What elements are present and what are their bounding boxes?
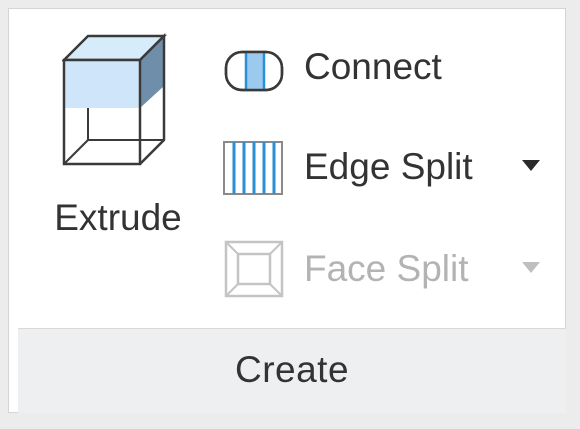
face-split-label: Face Split — [304, 248, 469, 289]
face-split-icon — [224, 240, 284, 298]
edge-split-button[interactable]: Edge Split — [220, 140, 560, 202]
edge-split-dropdown-caret-icon[interactable] — [522, 160, 540, 171]
face-split-button[interactable]: Face Split — [220, 238, 560, 300]
extrude-cube-icon — [62, 32, 168, 166]
connect-button[interactable]: Connect — [220, 40, 560, 102]
edge-split-icon — [223, 141, 283, 195]
group-label: Create — [234, 349, 350, 390]
edge-split-label: Edge Split — [304, 146, 473, 187]
connect-icon — [224, 50, 284, 92]
group-footer: Create — [18, 328, 566, 413]
face-split-dropdown-caret-icon — [522, 262, 540, 273]
extrude-button[interactable]: Extrude — [28, 30, 208, 250]
connect-label: Connect — [304, 46, 442, 87]
extrude-label: Extrude — [54, 197, 182, 238]
